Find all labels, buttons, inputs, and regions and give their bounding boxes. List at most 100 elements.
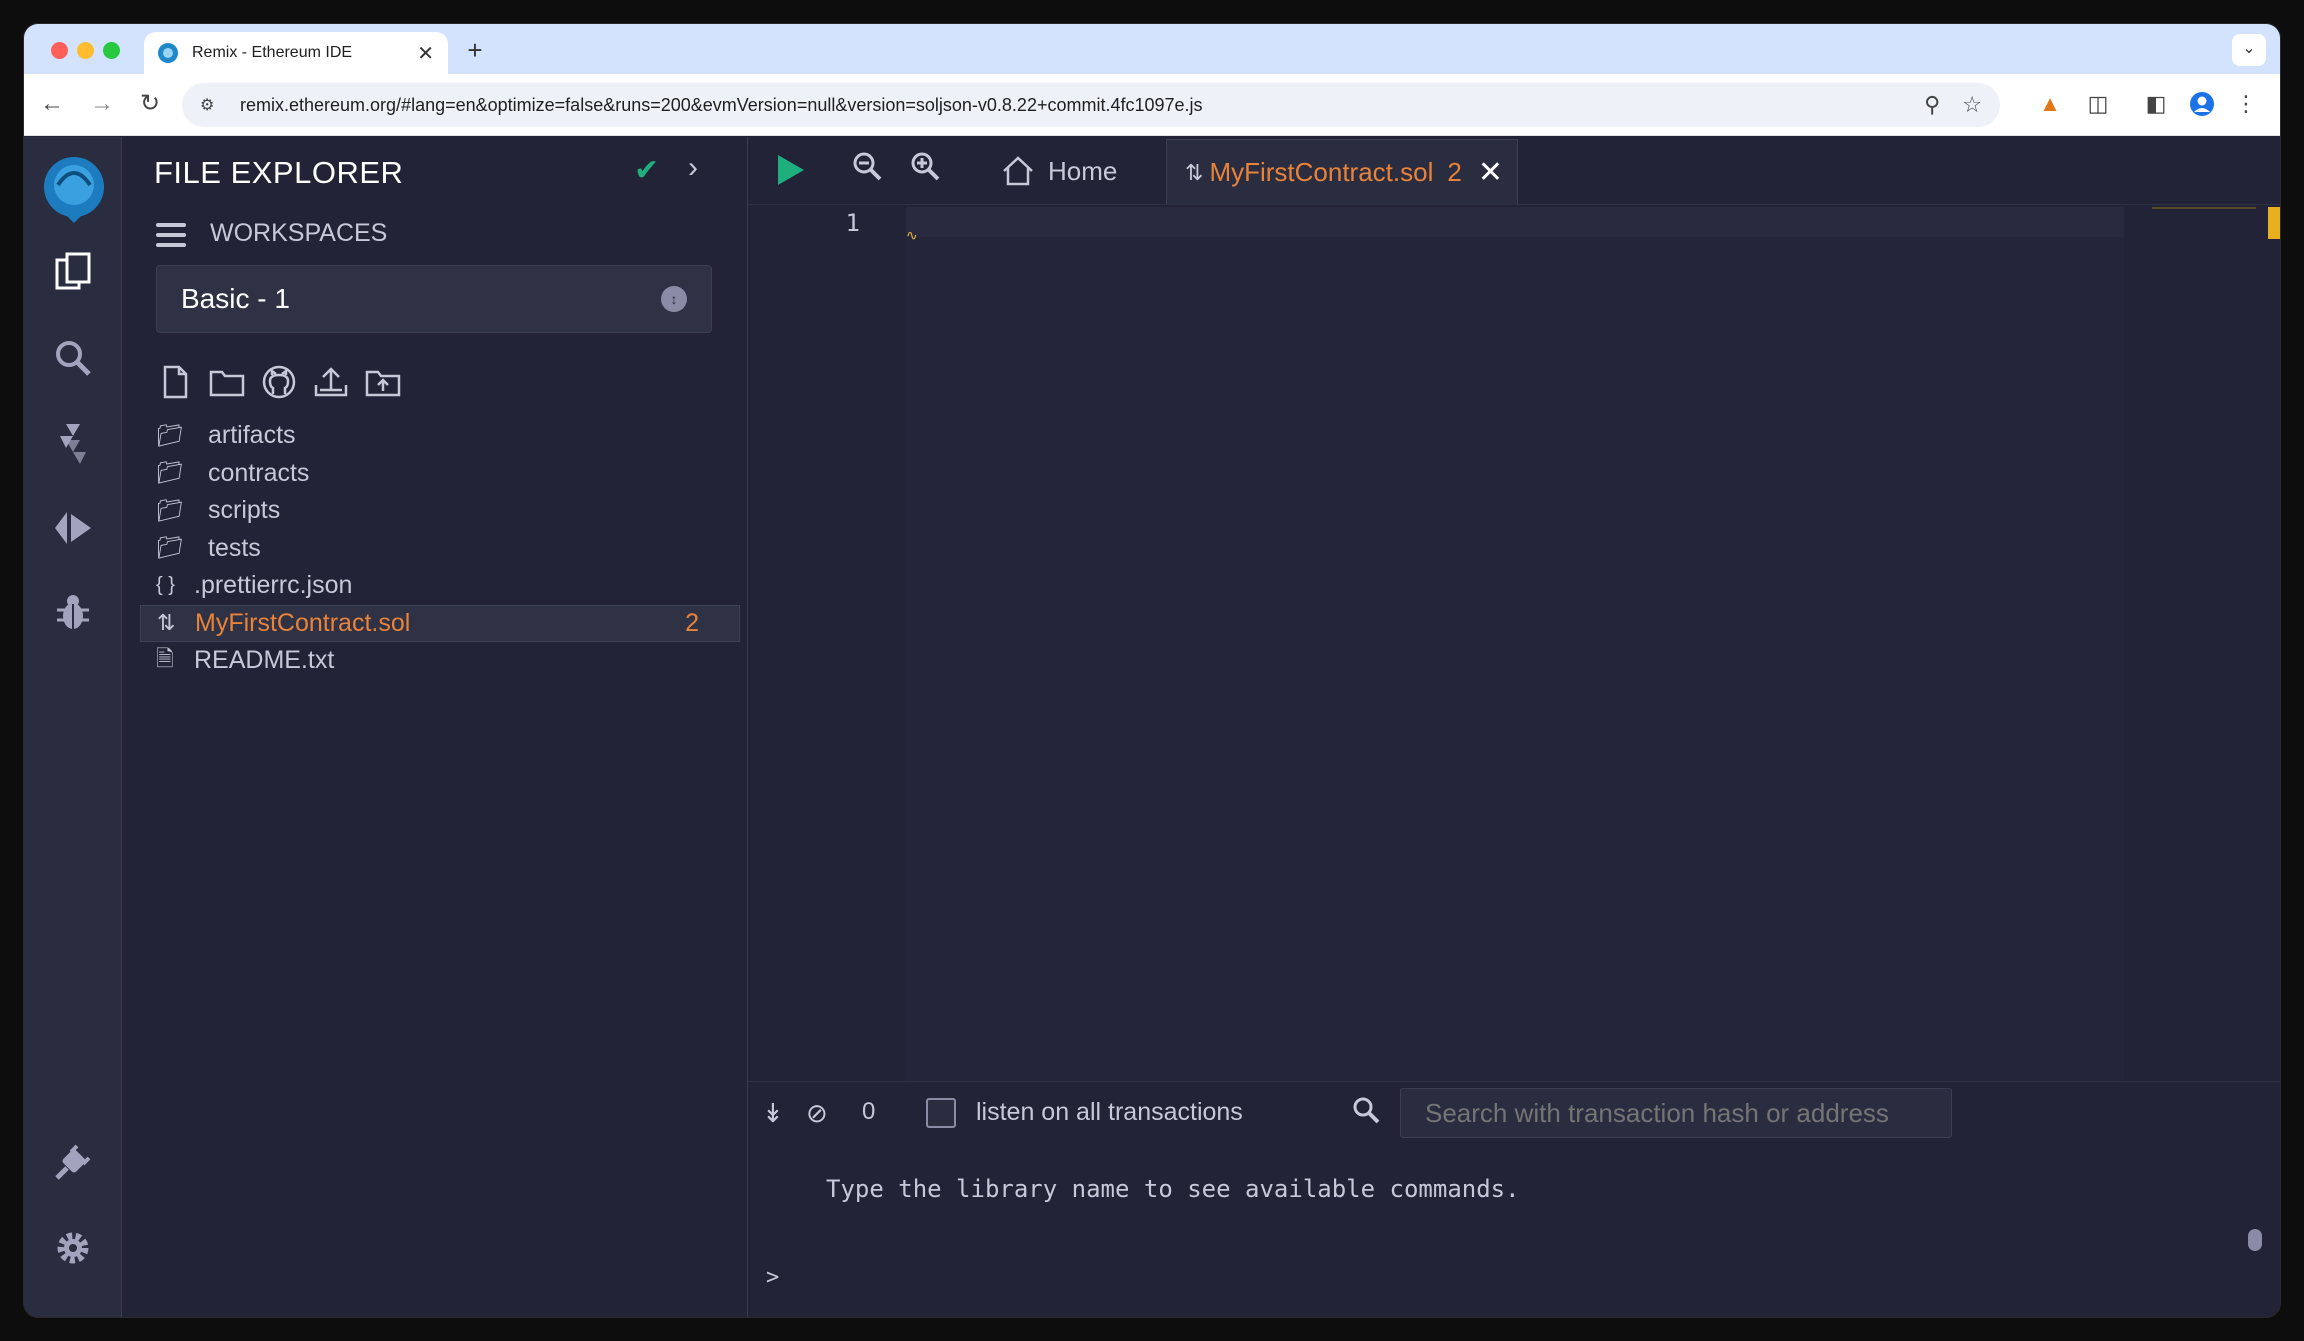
address-bar[interactable]: ⚙ remix.ethereum.org/#lang=en&optimize=f…	[182, 83, 2000, 127]
file-tree: 📁︎ artifacts 📁︎ contracts 📁︎ scripts 📁︎ …	[122, 417, 748, 680]
icon-panel	[24, 137, 122, 1317]
file-tab-error-badge: 2	[1447, 157, 1462, 187]
file-explorer-panel: FILE EXPLORER ✔ › WORKSPACES Basic - 1 ↕	[122, 137, 748, 1317]
plugin-manager-icon[interactable]	[48, 1137, 98, 1187]
editor-tab-bar: Home ⇅ MyFirstContract.sol 2 ✕	[748, 137, 2280, 205]
search-icon	[1352, 1096, 1380, 1131]
tree-item-label: tests	[208, 533, 261, 562]
url-text[interactable]: remix.ethereum.org/#lang=en&optimize=fal…	[240, 95, 1902, 116]
settings-icon[interactable]	[48, 1223, 98, 1273]
line-number: 1	[845, 209, 860, 237]
transaction-search-input[interactable]	[1400, 1088, 1952, 1138]
check-icon: ✔	[634, 154, 660, 187]
terminal-output[interactable]: Type the library name to see available c…	[748, 1147, 2280, 1317]
terminal-welcome-message: Type the library name to see available c…	[826, 1175, 1520, 1203]
minimap[interactable]	[2152, 207, 2256, 1081]
minimize-window-button[interactable]	[77, 42, 94, 59]
reload-icon[interactable]: ↻	[134, 88, 166, 120]
terminal-toolbar: ↡ ⊘ 0 listen on all transactions	[748, 1081, 2280, 1147]
tab-strip: Remix - Ethereum IDE ✕ + ⌄	[24, 24, 2280, 74]
remix-logo[interactable]	[34, 151, 114, 231]
folder-icon: 📁︎	[156, 497, 184, 523]
folder-icon: 📁︎	[156, 422, 184, 448]
scrollbar-warning-marker[interactable]	[2268, 207, 2280, 239]
browser-toolbar: ← → ↻ ⚙ remix.ethereum.org/#lang=en&opti…	[24, 74, 2280, 136]
tree-item-label: .prettierrc.json	[194, 571, 353, 600]
extensions-icon[interactable]: ◫	[2082, 88, 2114, 120]
file-prettierrc-json[interactable]: { } .prettierrc.json	[122, 567, 748, 605]
workspaces-label: WORKSPACES	[210, 219, 388, 247]
clear-console-icon[interactable]: ⊘	[806, 1098, 828, 1129]
github-icon[interactable]	[260, 363, 298, 401]
terminal-prompt[interactable]: >	[766, 1265, 779, 1290]
listen-all-transactions-checkbox[interactable]	[926, 1098, 956, 1128]
line-number-gutter: 1	[748, 207, 906, 1081]
remix-app: FILE EXPLORER ✔ › WORKSPACES Basic - 1 ↕	[24, 137, 2280, 1317]
folder-icon: 📁︎	[156, 535, 184, 561]
bookmark-star-icon[interactable]: ☆	[1962, 92, 1982, 118]
tab-home-label: Home	[1048, 155, 1118, 186]
back-icon[interactable]: ←	[36, 88, 68, 120]
collapse-panel-chevron-icon[interactable]: ›	[688, 151, 698, 185]
close-window-button[interactable]	[51, 42, 68, 59]
workspace-menu-icon[interactable]	[156, 223, 186, 253]
zoom-icon[interactable]: ⚲	[1924, 92, 1940, 118]
remix-favicon-icon	[158, 43, 178, 63]
metamask-icon[interactable]: ▲	[2034, 88, 2066, 120]
close-tab-icon[interactable]: ✕	[1478, 155, 1503, 190]
maximize-window-button[interactable]	[103, 42, 120, 59]
more-menu-icon[interactable]: ⋮	[2230, 88, 2262, 120]
new-tab-button[interactable]: +	[460, 36, 490, 66]
zoom-out-icon[interactable]	[852, 151, 882, 188]
listen-all-transactions-label: listen on all transactions	[976, 1098, 1243, 1126]
home-icon	[1003, 156, 1033, 186]
upload-folder-icon[interactable]	[364, 363, 402, 401]
forward-icon[interactable]: →	[86, 88, 118, 120]
solidity-file-icon: ⇅	[1185, 159, 1204, 185]
current-line-highlight	[906, 207, 2124, 237]
terminal-scrollbar-thumb[interactable]	[2248, 1229, 2262, 1251]
warning-squiggle-icon: ∿	[906, 227, 918, 243]
browser-tab-remix[interactable]: Remix - Ethereum IDE ✕	[144, 32, 448, 74]
tree-item-label: artifacts	[208, 421, 296, 450]
profile-icon[interactable]	[2186, 88, 2218, 120]
new-file-icon[interactable]	[156, 363, 194, 401]
folder-scripts[interactable]: 📁︎ scripts	[122, 492, 748, 530]
folder-icon: 📁︎	[156, 460, 184, 486]
file-readme-txt[interactable]: 🗎︎ README.txt	[122, 642, 748, 680]
pending-tx-count: 0	[862, 1098, 876, 1125]
browser-tab-title: Remix - Ethereum IDE	[192, 44, 353, 61]
upload-file-icon[interactable]	[312, 363, 350, 401]
code-editor[interactable]: ∿	[906, 207, 2124, 1081]
site-settings-icon[interactable]: ⚙	[200, 95, 224, 115]
folder-artifacts[interactable]: 📁︎ artifacts	[122, 417, 748, 455]
tree-item-label: scripts	[208, 496, 281, 525]
workspace-select[interactable]: Basic - 1 ↕	[156, 265, 712, 333]
run-script-icon[interactable]	[778, 155, 804, 185]
collapse-terminal-icon[interactable]: ↡	[762, 1098, 784, 1129]
solidity-compiler-icon[interactable]	[48, 419, 98, 469]
new-folder-icon[interactable]	[208, 363, 246, 401]
side-panel-icon[interactable]: ◧	[2140, 88, 2172, 120]
tree-item-label: MyFirstContract.sol	[195, 608, 411, 637]
folder-tests[interactable]: 📁︎ tests	[122, 530, 748, 568]
select-arrows-icon: ↕	[661, 286, 687, 312]
debugger-icon[interactable]	[48, 587, 98, 637]
tab-home[interactable]: Home	[1000, 145, 1117, 197]
file-tab-label: MyFirstContract.sol	[1209, 157, 1434, 187]
tab-myfirstcontract-sol[interactable]: ⇅ MyFirstContract.sol 2 ✕	[1166, 139, 1518, 205]
search-icon[interactable]	[48, 333, 98, 383]
browser-window: Remix - Ethereum IDE ✕ + ⌄ ← → ↻ ⚙ remix…	[24, 24, 2280, 1317]
close-tab-icon[interactable]: ✕	[417, 41, 434, 66]
tree-item-label: contracts	[208, 458, 310, 487]
file-explorer-icon[interactable]	[48, 247, 98, 297]
tree-item-label: README.txt	[194, 646, 335, 675]
deploy-run-icon[interactable]	[48, 503, 98, 553]
zoom-in-icon[interactable]	[910, 151, 940, 188]
folder-contracts[interactable]: 📁︎ contracts	[122, 455, 748, 493]
file-explorer-toolbar	[156, 363, 416, 401]
workspace-selected-value: Basic - 1	[181, 283, 290, 314]
file-myfirstcontract-sol[interactable]: ⇅ MyFirstContract.sol 2	[140, 604, 740, 642]
tab-search-menu-button[interactable]: ⌄	[2232, 34, 2266, 66]
panel-title: FILE EXPLORER	[154, 155, 404, 190]
